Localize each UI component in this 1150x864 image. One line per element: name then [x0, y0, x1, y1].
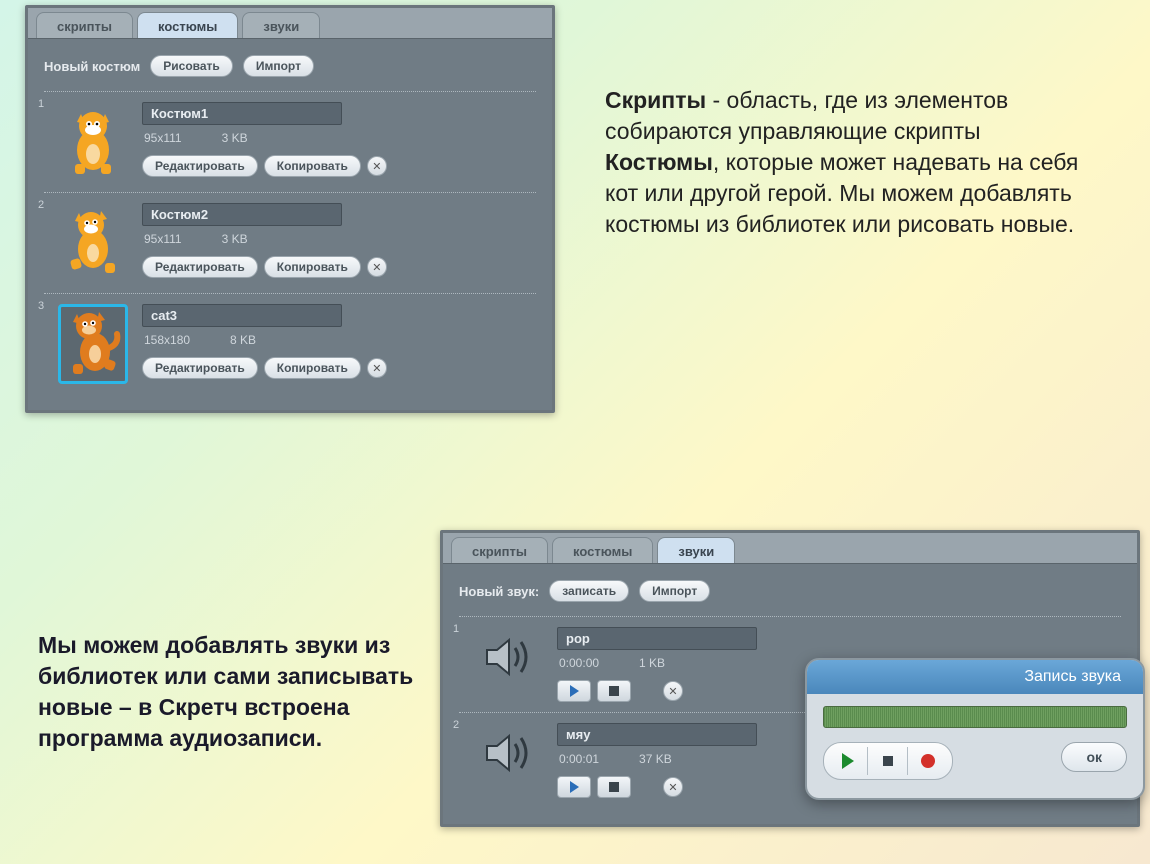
draw-button[interactable]: Рисовать [150, 55, 233, 77]
play-icon [842, 753, 854, 769]
import-button[interactable]: Импорт [243, 55, 314, 77]
speaker-icon [483, 730, 533, 776]
sound-thumb [473, 723, 543, 783]
desc-bold-scripts: Скрипты [605, 87, 706, 113]
costume-meta: 95x111 3 KB Редактировать Копировать ✕ [142, 203, 536, 278]
edit-button[interactable]: Редактировать [142, 155, 258, 177]
tab-costumes[interactable]: костюмы [137, 12, 238, 38]
tab-strip: скрипты костюмы звуки [28, 8, 552, 39]
cat-sprite-icon [65, 207, 121, 279]
sound-thumb [473, 627, 543, 687]
copy-button[interactable]: Копировать [264, 256, 361, 278]
delete-button[interactable]: ✕ [367, 257, 387, 277]
costume-size: 3 KB [222, 131, 248, 145]
sound-size: 37 KB [639, 752, 672, 766]
sound-size: 1 KB [639, 656, 665, 670]
description-sounds: Мы можем добавлять звуки из библиотек ил… [38, 630, 428, 754]
recorder-record-button[interactable] [908, 747, 948, 775]
sound-name-input[interactable] [557, 627, 757, 650]
new-costume-row: Новый костюм Рисовать Импорт [44, 55, 536, 77]
recorder-body: ок [807, 694, 1143, 798]
new-sound-label: Новый звук: [459, 584, 539, 599]
delete-button[interactable]: ✕ [367, 358, 387, 378]
desc-bold-costumes: Костюмы [605, 149, 713, 175]
play-button[interactable] [557, 680, 591, 702]
edit-button[interactable]: Редактировать [142, 357, 258, 379]
costume-thumb[interactable] [58, 102, 128, 182]
stop-icon [883, 756, 893, 766]
tab-sounds[interactable]: звуки [657, 537, 735, 563]
costume-name-input[interactable] [142, 102, 342, 125]
recorder-play-button[interactable] [828, 747, 868, 775]
recorder-stop-button[interactable] [868, 747, 908, 775]
costume-name-input[interactable] [142, 304, 342, 327]
import-button[interactable]: Импорт [639, 580, 710, 602]
sound-name-input[interactable] [557, 723, 757, 746]
copy-button[interactable]: Копировать [264, 155, 361, 177]
tab-costumes[interactable]: костюмы [552, 537, 653, 563]
costume-meta: 95x111 3 KB Редактировать Копировать ✕ [142, 102, 536, 177]
costume-dims: 158x180 [144, 333, 190, 347]
tab-scripts[interactable]: скрипты [36, 12, 133, 38]
costume-size: 3 KB [222, 232, 248, 246]
copy-button[interactable]: Копировать [264, 357, 361, 379]
delete-button[interactable]: ✕ [367, 156, 387, 176]
recorder-dialog: Запись звука ок [805, 658, 1145, 800]
row-index: 2 [453, 719, 463, 731]
speaker-icon [483, 634, 533, 680]
new-sound-row: Новый звук: записать Импорт [459, 580, 1121, 602]
record-icon [921, 754, 935, 768]
costumes-panel: скрипты костюмы звуки Новый костюм Рисов… [25, 5, 555, 413]
row-index: 1 [453, 623, 463, 635]
play-icon [570, 685, 579, 697]
row-index: 1 [38, 98, 48, 110]
recorder-title: Запись звука [807, 660, 1143, 694]
delete-button[interactable]: ✕ [663, 777, 683, 797]
cat-sprite-icon [65, 308, 121, 380]
tab-strip: скрипты костюмы звуки [443, 533, 1137, 564]
costume-thumb-selected[interactable] [58, 304, 128, 384]
row-index: 2 [38, 199, 48, 211]
play-icon [570, 781, 579, 793]
recorder-waveform [823, 706, 1127, 728]
stop-icon [609, 686, 619, 696]
new-costume-label: Новый костюм [44, 59, 140, 74]
ok-button[interactable]: ок [1061, 742, 1127, 772]
tab-scripts[interactable]: скрипты [451, 537, 548, 563]
play-button[interactable] [557, 776, 591, 798]
edit-button[interactable]: Редактировать [142, 256, 258, 278]
costume-name-input[interactable] [142, 203, 342, 226]
stop-button[interactable] [597, 776, 631, 798]
costume-size: 8 KB [230, 333, 256, 347]
costume-row: 2 95x111 3 KB [44, 192, 536, 293]
costume-dims: 95x111 [144, 131, 182, 145]
recorder-controls [823, 742, 953, 780]
delete-button[interactable]: ✕ [663, 681, 683, 701]
costume-row: 3 158x180 [44, 293, 536, 394]
sound-time: 0:00:00 [559, 656, 599, 670]
description-scripts-costumes: Скрипты - область, где из элементов соби… [605, 85, 1105, 240]
row-index: 3 [38, 300, 48, 312]
costume-row: 1 95x111 3 KB [44, 91, 536, 192]
cat-sprite-icon [65, 106, 121, 178]
tab-sounds[interactable]: звуки [242, 12, 320, 38]
costume-dims: 95x111 [144, 232, 182, 246]
stop-button[interactable] [597, 680, 631, 702]
costume-meta: 158x180 8 KB Редактировать Копировать ✕ [142, 304, 536, 379]
costume-thumb[interactable] [58, 203, 128, 283]
costumes-body: Новый костюм Рисовать Импорт 1 [28, 39, 552, 410]
stop-icon [609, 782, 619, 792]
record-button[interactable]: записать [549, 580, 629, 602]
sound-time: 0:00:01 [559, 752, 599, 766]
